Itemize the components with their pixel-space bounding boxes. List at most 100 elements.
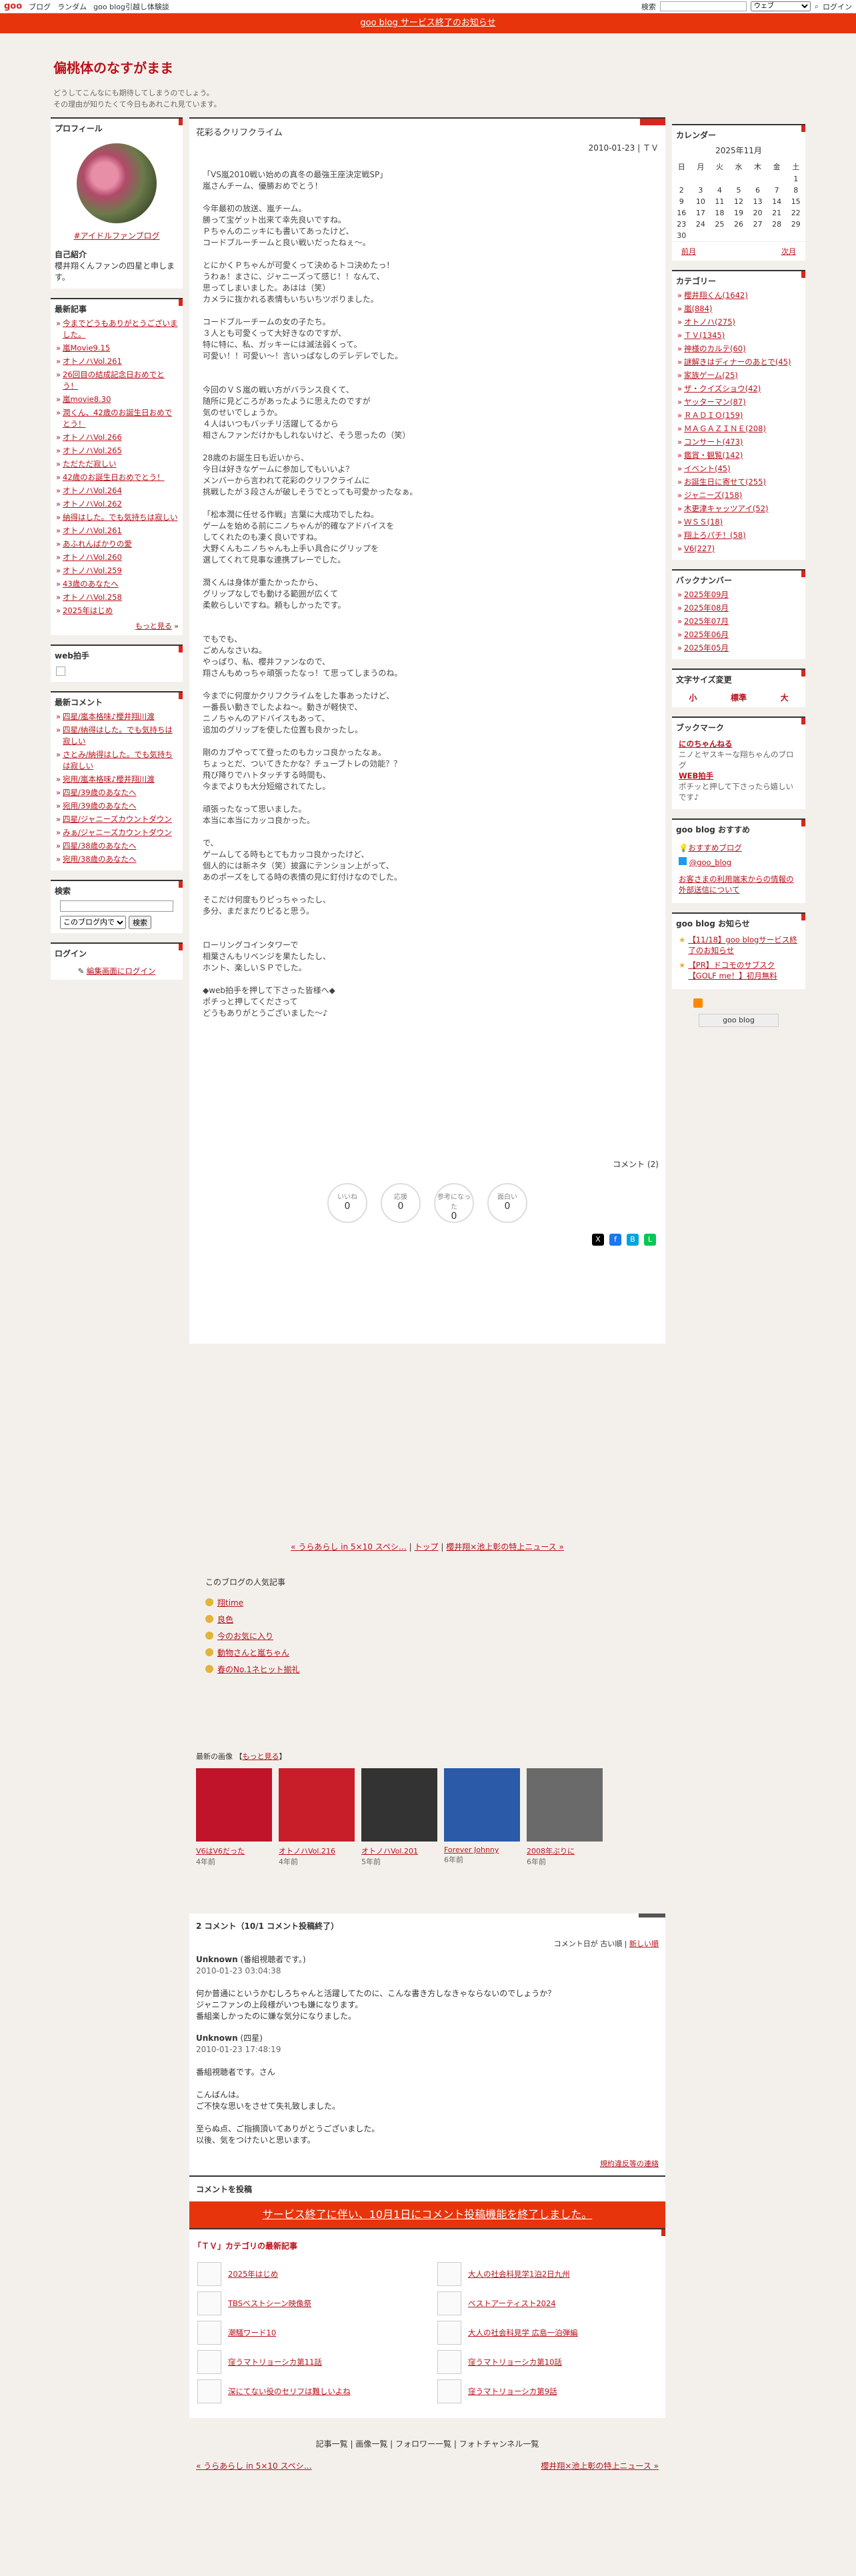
category-link[interactable]: ザ・クイズショウ(42) bbox=[672, 383, 805, 396]
image-thumb[interactable]: オトノハVol.216 4年前 bbox=[279, 1768, 355, 1867]
bookmark-1[interactable]: にのちゃんねる bbox=[679, 739, 733, 748]
recent-post-link[interactable]: ただただ寂しい bbox=[51, 458, 183, 471]
category-link[interactable]: 木更津キャッツアイ(52) bbox=[672, 503, 805, 516]
blog-title[interactable]: 偏桃体のなすがまま bbox=[53, 57, 856, 77]
recent-post-link[interactable]: オトノハVol.262 bbox=[51, 498, 183, 511]
recent-post-link[interactable]: あふれんばかりの愛 bbox=[51, 538, 183, 551]
recent-post-link[interactable]: 嵐Movie9.15 bbox=[51, 342, 183, 355]
sort-new[interactable]: 新しい順 bbox=[629, 1939, 659, 1948]
font-small[interactable]: 小 bbox=[689, 692, 697, 703]
thumb-title[interactable]: Forever Johnny bbox=[444, 1846, 520, 1854]
category-link[interactable]: 謎解きはディナーのあとで(45) bbox=[672, 356, 805, 369]
tv-post-link[interactable]: ベストアーティスト2024 bbox=[468, 2298, 556, 2309]
popular-post-link[interactable]: 今のお気に入り bbox=[205, 1628, 649, 1644]
recent-post-link[interactable]: 嵐movie8.30 bbox=[51, 393, 183, 407]
category-link[interactable]: 嵐(884) bbox=[672, 303, 805, 316]
category-link[interactable]: イベント(45) bbox=[672, 463, 805, 476]
x-share-icon[interactable]: X bbox=[592, 1234, 604, 1246]
thumb-image[interactable] bbox=[279, 1768, 355, 1842]
thumb-image[interactable] bbox=[527, 1768, 603, 1842]
recent-post-link[interactable]: オトノハVol.261 bbox=[51, 525, 183, 538]
recent-comment-link[interactable]: 宛用/39歳のあなたへ bbox=[51, 800, 183, 813]
search-scope-select[interactable]: ウェブ bbox=[750, 1, 811, 11]
goo-logo[interactable]: goo bbox=[4, 1, 22, 11]
recent-comment-link[interactable]: 宛用/嵐本格味♪櫻井翔川渡 bbox=[51, 773, 183, 786]
recent-post-link[interactable]: 2025年はじめ bbox=[51, 605, 183, 618]
category-link[interactable]: 翔上ろパチ！(58) bbox=[672, 529, 805, 543]
popular-post-link[interactable]: 翔time bbox=[205, 1594, 649, 1611]
popular-post-link[interactable]: 良色 bbox=[205, 1611, 649, 1628]
news-1[interactable]: 【11/18】goo blogサービス終了のお知らせ bbox=[688, 934, 799, 956]
comment-closed-banner[interactable]: サービス終了に伴い、10月1日にコメント投稿機能を終了しました。 bbox=[189, 2201, 665, 2228]
footer-links[interactable]: 記事一覧 | 画像一覧 | フォロワー一覧 | フォトチャンネル一覧 bbox=[189, 2427, 665, 2460]
post-title[interactable]: 花彩るクリフクライム bbox=[189, 119, 665, 142]
bookmark-2[interactable]: WEB拍手 bbox=[679, 771, 713, 780]
backnumber-link[interactable]: 2025年07月 bbox=[672, 615, 805, 629]
recent-post-link[interactable]: 納得はした。でも気持ちは寂しい bbox=[51, 511, 183, 525]
tv-post-link[interactable]: 2025年はじめ bbox=[228, 2269, 278, 2279]
image-thumb[interactable]: オトノハVol.201 5年前 bbox=[361, 1768, 437, 1867]
tv-post-link[interactable]: TBSベストシーン映像祭 bbox=[228, 2298, 311, 2309]
category-link[interactable]: オトノハ(275) bbox=[672, 316, 805, 329]
recent-comment-link[interactable]: 宛用/38歳のあなたへ bbox=[51, 853, 183, 866]
tv-post-link[interactable]: 窪うマトリョーシカ第10話 bbox=[468, 2357, 562, 2367]
tv-post-link[interactable]: 潮騒ワード10 bbox=[228, 2327, 276, 2338]
news-2[interactable]: 【PR】ドコモのサブスク【GOLF me！】初月無料 bbox=[688, 960, 799, 981]
comment-count[interactable]: コメント (2) bbox=[189, 1153, 665, 1175]
category-link[interactable]: ＲＡＤＩＯ(159) bbox=[672, 409, 805, 423]
next-month[interactable]: 次月 bbox=[781, 246, 796, 257]
recent-post-link[interactable]: オトノハVol.265 bbox=[51, 445, 183, 458]
category-link[interactable]: ＭＡＧＡＺＩＮＥ(208) bbox=[672, 423, 805, 436]
recent-comment-link[interactable]: みぁ/ジャニーズカウントダウン bbox=[51, 826, 183, 840]
recent-comment-link[interactable]: 四星/嵐本格味♪櫻井翔川渡 bbox=[51, 710, 183, 724]
tv-post-item[interactable]: 2025年はじめ bbox=[197, 2262, 417, 2286]
category-link[interactable]: ヤッターマン(87) bbox=[672, 396, 805, 409]
search-icon[interactable]: ⌕ bbox=[815, 2, 819, 11]
image-thumb[interactable]: V6はV6だった 4年前 bbox=[196, 1768, 272, 1867]
font-normal[interactable]: 標準 bbox=[731, 692, 747, 703]
facebook-share-icon[interactable]: f bbox=[609, 1234, 621, 1246]
category-link[interactable]: ＷＳＳ(18) bbox=[672, 516, 805, 529]
tv-post-item[interactable]: 窪うマトリョーシカ第11話 bbox=[197, 2350, 417, 2374]
footer-prev[interactable]: « うらあらし in 5×10 スペシ… bbox=[196, 2460, 312, 2471]
category-link[interactable]: お誕生日に寄せて(255) bbox=[672, 476, 805, 489]
webclap-image[interactable] bbox=[56, 666, 65, 676]
thumb-title[interactable]: オトノハVol.201 bbox=[361, 1846, 437, 1856]
recent-post-link[interactable]: オトノハVol.259 bbox=[51, 565, 183, 578]
thumb-image[interactable] bbox=[361, 1768, 437, 1842]
hatena-share-icon[interactable]: B bbox=[627, 1234, 639, 1246]
thumb-image[interactable] bbox=[444, 1768, 520, 1842]
category-link[interactable]: ジャニーズ(158) bbox=[672, 489, 805, 503]
category-link[interactable]: V6(227) bbox=[672, 543, 805, 556]
recent-post-link[interactable]: オトノハVol.260 bbox=[51, 551, 183, 565]
recent-post-link[interactable]: 今までどうもありがとうございました。 bbox=[51, 317, 183, 342]
search-input[interactable] bbox=[659, 1, 747, 11]
more-link[interactable]: もっと見る bbox=[135, 622, 172, 631]
backnumber-link[interactable]: 2025年08月 bbox=[672, 602, 805, 615]
service-end-notice[interactable]: goo blog サービス終了のお知らせ bbox=[0, 13, 856, 33]
recent-post-link[interactable]: 26回目の結成記念日おめでとう！ bbox=[51, 369, 183, 393]
recent-post-link[interactable]: オトノハVol.266 bbox=[51, 431, 183, 445]
reaction-helpful[interactable]: 参考になった 0 bbox=[434, 1183, 474, 1223]
popular-post-link[interactable]: 動物さんと嵐ちゃん bbox=[205, 1644, 649, 1661]
recent-post-link[interactable]: 42歳のお誕生日おめでとう！ bbox=[51, 471, 183, 485]
recent-post-link[interactable]: オトノハVol.258 bbox=[51, 591, 183, 605]
blog-search-input[interactable] bbox=[60, 900, 173, 912]
blog-search-button[interactable]: 検索 bbox=[129, 916, 151, 929]
images-more[interactable]: もっと見る bbox=[243, 1752, 279, 1761]
category-link[interactable]: ＴＶ(1345) bbox=[672, 329, 805, 343]
tv-post-item[interactable]: 大人の社会科見学1泊2日九州 bbox=[437, 2262, 657, 2286]
category-link[interactable]: 神様のカルテ(60) bbox=[672, 343, 805, 356]
font-large[interactable]: 大 bbox=[781, 692, 789, 703]
category-link[interactable]: 鑑賞・観覧(142) bbox=[672, 449, 805, 463]
blog-search-scope[interactable]: このブログ内で bbox=[60, 916, 126, 929]
recommend-blog[interactable]: おすすめブログ bbox=[688, 843, 742, 852]
footer-next[interactable]: 櫻井翔×池上彰の特上ニュース » bbox=[541, 2460, 659, 2471]
report-link[interactable]: 規約違反等の連絡 bbox=[600, 2159, 659, 2168]
thumb-title[interactable]: V6はV6だった bbox=[196, 1846, 272, 1856]
image-thumb[interactable]: 2008年ぶりに 6年前 bbox=[527, 1768, 603, 1867]
tv-post-link[interactable]: 大人の社会科見学1泊2日九州 bbox=[468, 2269, 570, 2279]
tv-post-item[interactable]: 大人の社会科見学 広島一泊弾編 bbox=[437, 2321, 657, 2345]
line-share-icon[interactable]: L bbox=[644, 1234, 656, 1246]
tv-post-item[interactable]: ベストアーティスト2024 bbox=[437, 2291, 657, 2315]
